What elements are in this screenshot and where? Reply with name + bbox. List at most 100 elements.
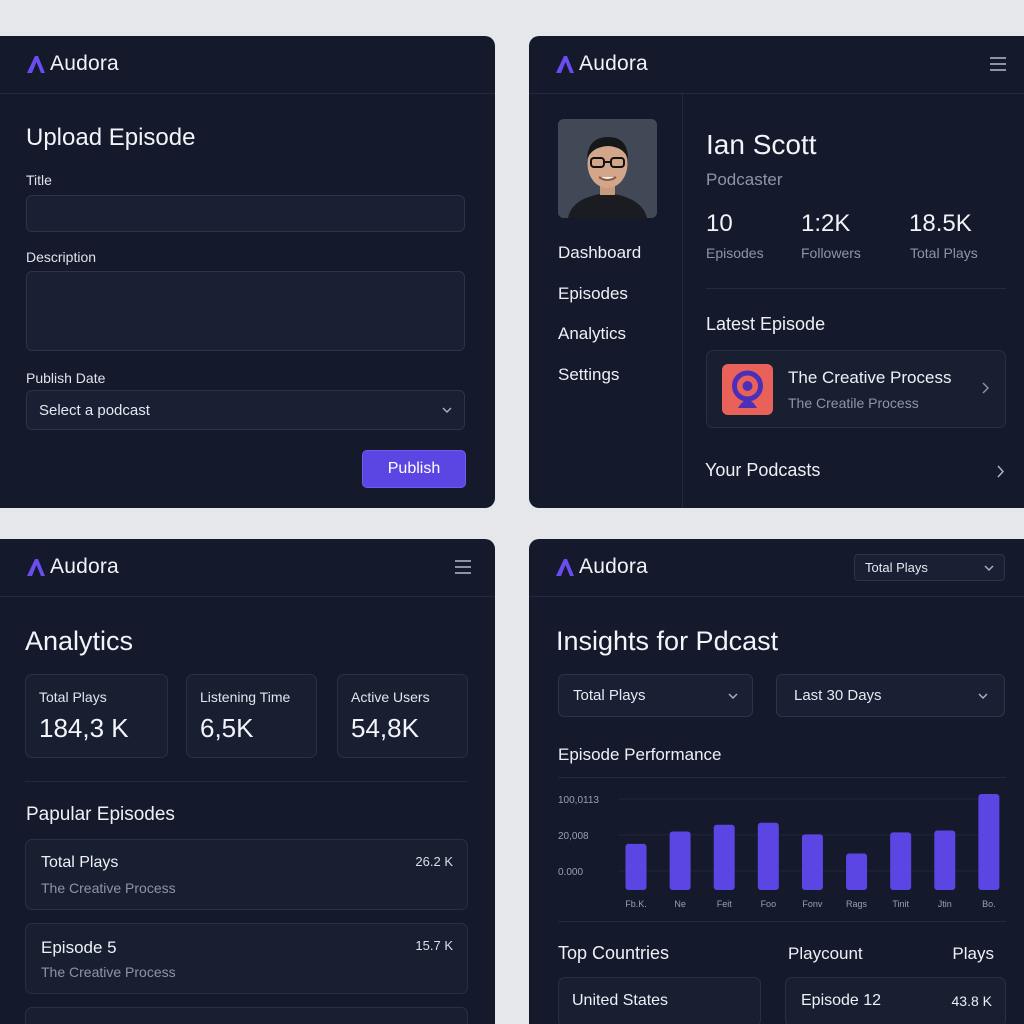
playcount-episode: Episode 12	[801, 992, 882, 1009]
podcast-select-value: Select a podcast	[39, 401, 150, 419]
brand[interactable]: Audora	[26, 52, 119, 76]
brand[interactable]: Audora	[555, 555, 648, 579]
country-name: United States	[572, 992, 669, 1009]
chart-heading: Episode Performance	[558, 745, 722, 764]
stat-plays-value: 18.5K	[909, 210, 972, 237]
profile-photo	[558, 119, 657, 218]
description-textarea[interactable]	[26, 271, 465, 351]
chart-bar[interactable]	[890, 832, 912, 890]
episode-title: Episode 5	[41, 938, 117, 957]
chart-bar[interactable]	[846, 853, 868, 890]
title-label: Title	[26, 172, 52, 188]
chart-bar[interactable]	[669, 831, 691, 890]
latest-episode-title: The Creative Process	[788, 368, 952, 387]
page-title: Analytics	[25, 626, 134, 656]
chart-bar[interactable]	[934, 830, 956, 890]
chart-bar[interactable]	[625, 843, 647, 890]
playcount-row[interactable]: Episode 12 43.8 K	[785, 977, 1006, 1024]
latest-episode-card[interactable]: The Creative Process The Creatile Proces…	[706, 350, 1006, 428]
plays-heading: Plays	[952, 944, 994, 963]
publish-button[interactable]: Publish	[362, 450, 466, 488]
latest-episode-subtitle: The Creatile Process	[788, 395, 919, 411]
podcast-select[interactable]: Select a podcast	[26, 390, 465, 430]
kpi-card-active-users[interactable]: Active Users 54,8K	[337, 674, 468, 758]
header-metric-select[interactable]: Total Plays	[854, 554, 1005, 581]
avatar	[558, 119, 657, 218]
chevron-down-icon	[442, 407, 452, 413]
kpi-card-total-plays[interactable]: Total Plays 184,3 K	[25, 674, 168, 758]
analytics-panel: Audora Analytics Total Plays 184,3 K Lis…	[0, 539, 495, 1024]
nav-analytics[interactable]: Analytics	[558, 324, 626, 344]
chart-svg: 100,0113 20,008 0.000 Fb.K. Ne Feit Foo Fonv Rag…	[558, 794, 1000, 909]
audora-logo-icon	[27, 56, 45, 73]
chevron-down-icon	[978, 693, 988, 699]
episode-title: Total Plays	[41, 854, 119, 871]
nav-dashboard[interactable]: Dashboard	[558, 243, 641, 263]
list-item[interactable]: Total Plays The Creative Process 26.2 K	[25, 839, 468, 910]
kpi-label: Active Users	[351, 689, 430, 705]
x-tick-label: Foo	[761, 899, 777, 909]
menu-icon[interactable]	[990, 57, 1006, 71]
brand-name: Audora	[50, 555, 119, 578]
stat-episodes-label: Episodes	[706, 245, 764, 261]
brand-name: Audora	[50, 52, 119, 75]
playcount-value: 43.8 K	[951, 993, 992, 1009]
upload-episode-panel: Audora Upload Episode Title Description …	[0, 36, 495, 508]
stat-followers-label: Followers	[801, 245, 861, 261]
metric-select-value: Total Plays	[573, 687, 646, 704]
kpi-value: 6,5K	[200, 713, 254, 743]
chevron-right-icon	[982, 382, 989, 394]
x-tick-label: Fb.K.	[625, 899, 647, 909]
date-range-value: Last 30 Days	[794, 687, 882, 704]
description-label: Description	[26, 249, 97, 265]
x-tick-label: Tinit	[892, 899, 909, 909]
chart-bar[interactable]	[978, 794, 1000, 890]
top-bar: Audora	[0, 539, 495, 597]
nav-episodes[interactable]: Episodes	[558, 284, 628, 304]
brand[interactable]: Audora	[26, 555, 119, 579]
x-tick-label: Bo.	[982, 899, 996, 909]
profile-name: Ian Scott	[706, 129, 817, 160]
chart-bar[interactable]	[801, 834, 823, 890]
chart-bar[interactable]	[713, 824, 735, 890]
date-range-select[interactable]: Last 30 Days	[776, 674, 1005, 717]
episode-plays: 26.2 K	[415, 854, 453, 869]
nav-settings[interactable]: Settings	[558, 365, 619, 385]
kpi-value: 184,3 K	[39, 713, 129, 743]
metric-select[interactable]: Total Plays	[558, 674, 753, 717]
stat-episodes-value: 10	[706, 210, 733, 237]
x-tick-label: Rags	[846, 899, 868, 909]
y-tick-label: 0.000	[558, 867, 583, 878]
publish-date-label: Publish Date	[26, 370, 106, 386]
menu-icon[interactable]	[455, 560, 471, 574]
sidebar-divider	[682, 94, 683, 508]
list-item[interactable]	[25, 1007, 468, 1024]
kpi-label: Total Plays	[39, 689, 107, 705]
your-podcasts-link[interactable]: Your Podcasts	[705, 460, 820, 481]
divider	[706, 288, 1006, 289]
latest-episode-heading: Latest Episode	[706, 314, 826, 334]
brand-name: Audora	[579, 52, 648, 75]
page-title: Upload Episode	[26, 124, 196, 151]
top-countries-heading: Top Countries	[558, 943, 670, 963]
brand-name: Audora	[579, 555, 648, 578]
popular-episodes-heading: Papular Episodes	[26, 804, 175, 825]
chevron-down-icon	[728, 693, 738, 699]
title-input[interactable]	[26, 195, 465, 232]
chevron-right-icon[interactable]	[996, 465, 1004, 478]
divider	[25, 781, 468, 782]
kpi-value: 54,8K	[351, 713, 419, 743]
x-tick-label: Jtin	[938, 899, 952, 909]
stat-plays-label: Total Plays	[910, 245, 978, 261]
brand[interactable]: Audora	[555, 52, 648, 76]
playcount-heading: Playcount	[788, 944, 863, 963]
episode-plays: 15.7 K	[415, 938, 453, 953]
episode-subtitle: The Creative Process	[41, 964, 176, 980]
chart-bar[interactable]	[757, 822, 779, 890]
divider	[558, 777, 1006, 778]
kpi-card-listening-time[interactable]: Listening Time 6,5K	[186, 674, 317, 758]
country-row[interactable]: United States	[558, 977, 761, 1024]
x-tick-label: Ne	[674, 899, 686, 909]
list-item[interactable]: Episode 5 The Creative Process 15.7 K	[25, 923, 468, 994]
stat-followers-value: 1:2K	[801, 210, 851, 237]
